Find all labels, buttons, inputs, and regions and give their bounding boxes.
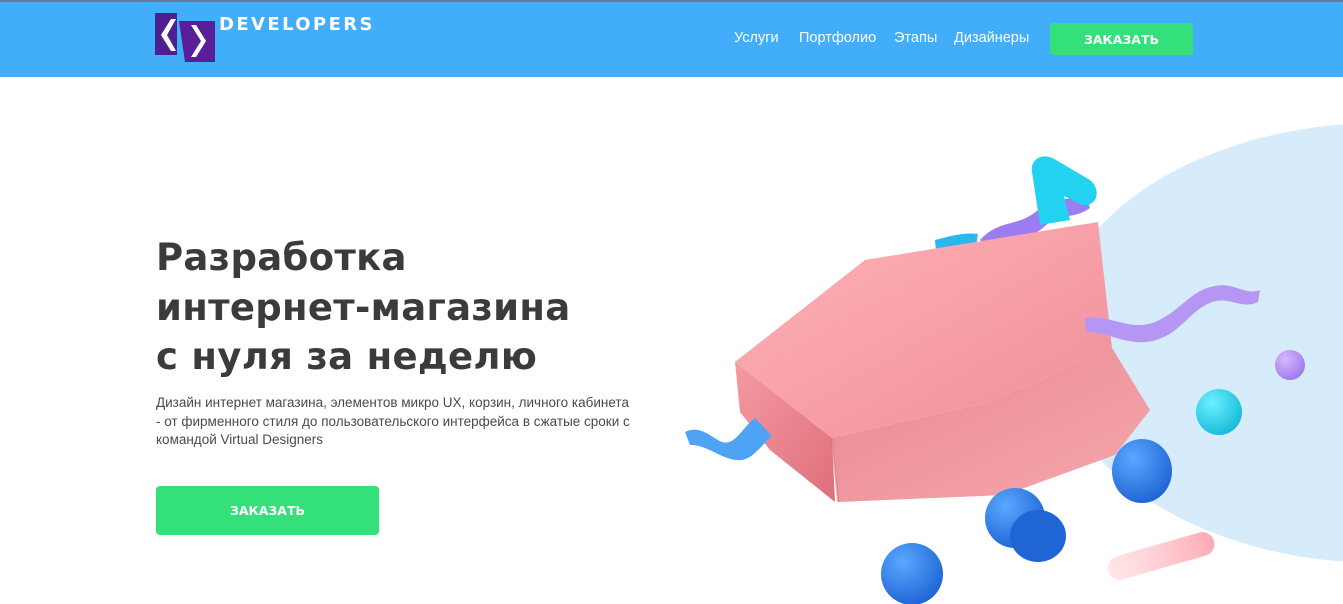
3d-cube-illustration xyxy=(685,124,1343,604)
hero-title-line: с нуля за неделю xyxy=(156,335,538,378)
blue-disc-3 xyxy=(1010,510,1066,562)
pink-bar xyxy=(1107,532,1215,580)
site-header: DEVELOPERS Услуги Портфолио Этапы Дизайн… xyxy=(0,0,1343,77)
hero-order-button[interactable]: ЗАКАЗАТЬ xyxy=(156,486,379,535)
hero-title-line: Разработка xyxy=(156,236,407,279)
cyan-pipe xyxy=(1031,156,1097,225)
top-border xyxy=(0,0,1343,2)
blue-ribbon-left xyxy=(685,418,772,461)
code-brackets-icon xyxy=(155,12,215,62)
nav-link-portfolio[interactable]: Портфолио xyxy=(799,30,876,46)
cyan-ball xyxy=(1196,389,1242,435)
header-order-button[interactable]: ЗАКАЗАТЬ xyxy=(1050,23,1193,55)
logo-text: DEVELOPERS xyxy=(219,13,375,35)
nav-link-designers[interactable]: Дизайнеры xyxy=(954,30,1029,46)
hero-title-line: интернет-магазина xyxy=(156,285,571,329)
logo[interactable]: DEVELOPERS xyxy=(155,12,375,62)
hero-description: Дизайн интернет магазина, элементов микр… xyxy=(156,395,630,447)
purple-ball xyxy=(1275,350,1305,380)
nav-link-services[interactable]: Услуги xyxy=(734,30,779,46)
nav-link-stages[interactable]: Этапы xyxy=(894,30,937,46)
blue-disc-1 xyxy=(1112,439,1172,503)
hero-title: Разработка интернет-магазина с нуля за н… xyxy=(156,233,676,382)
blue-disc-4 xyxy=(881,543,943,604)
